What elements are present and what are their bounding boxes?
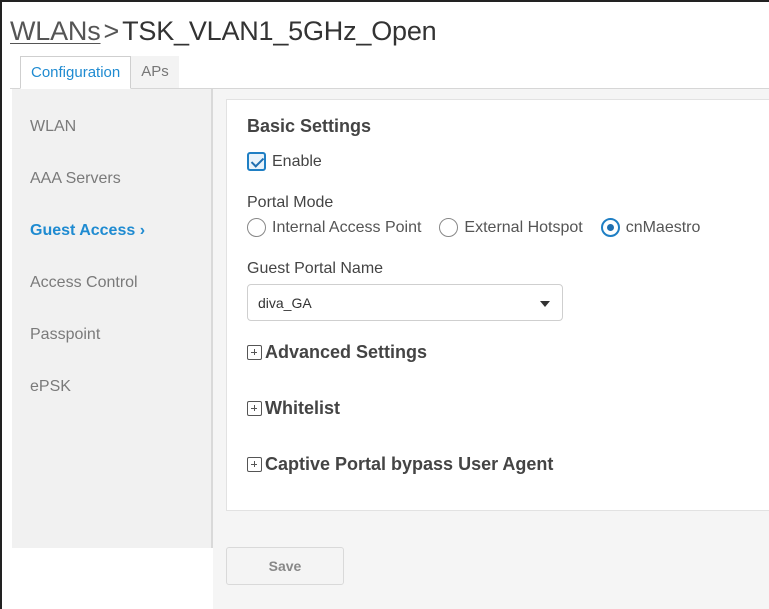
radio-button[interactable] xyxy=(439,218,459,237)
radio-internal-access-point[interactable]: Internal Access Point xyxy=(247,218,421,237)
caret-down-icon xyxy=(540,301,550,307)
breadcrumb-separator: > xyxy=(103,16,120,46)
sidebar-item-epsk[interactable]: ePSK xyxy=(30,378,71,396)
plus-square-icon xyxy=(247,345,262,360)
select-value: diva_GA xyxy=(258,295,312,311)
expander-label: Advanced Settings xyxy=(265,342,428,362)
enable-checkbox[interactable] xyxy=(247,152,266,171)
tab-bar: Configuration APs xyxy=(20,56,179,89)
radio-label: External Hotspot xyxy=(464,218,583,236)
radio-label: cnMaestro xyxy=(625,218,701,236)
advanced-settings-expander[interactable]: Advanced Settings xyxy=(247,342,427,363)
sidebar-item-wlan[interactable]: WLAN xyxy=(30,118,76,136)
tab-aps[interactable]: APs xyxy=(131,56,179,89)
page-header: WLANs > TSK_VLAN1_5GHz_Open xyxy=(10,16,437,47)
portal-mode-label: Portal Mode xyxy=(247,194,334,211)
sidebar-item-passpoint[interactable]: Passpoint xyxy=(30,326,100,344)
captive-portal-bypass-expander[interactable]: Captive Portal bypass User Agent xyxy=(247,454,553,475)
expander-label: Whitelist xyxy=(265,398,340,418)
sidebar-item-aaa-servers[interactable]: AAA Servers xyxy=(30,170,121,188)
app-window: WLANs > TSK_VLAN1_5GHz_Open Configuration … xyxy=(0,0,769,609)
tab-configuration[interactable]: Configuration xyxy=(20,56,132,89)
sidebar: WLAN AAA Servers Guest Access › Access C… xyxy=(12,88,213,548)
enable-row: Enable xyxy=(247,152,322,171)
sidebar-item-access-control[interactable]: Access Control xyxy=(30,274,138,292)
expander-label: Captive Portal bypass User Agent xyxy=(265,454,554,474)
settings-panel: Basic Settings Enable Portal Mode Intern… xyxy=(226,99,769,511)
radio-cnmaestro[interactable]: cnMaestro xyxy=(600,218,701,237)
page-title: TSK_VLAN1_5GHz_Open xyxy=(122,16,437,46)
radio-button[interactable] xyxy=(247,218,266,237)
section-title-basic-settings: Basic Settings xyxy=(247,116,372,136)
enable-label: Enable xyxy=(272,152,322,170)
whitelist-expander[interactable]: Whitelist xyxy=(247,398,340,419)
portal-mode-radio-group: Internal Access Point External Hotspot c… xyxy=(247,218,718,237)
plus-square-icon xyxy=(247,457,262,472)
radio-label: Internal Access Point xyxy=(272,218,422,236)
guest-portal-name-select[interactable]: diva_GA xyxy=(247,284,563,321)
plus-square-icon xyxy=(247,401,262,416)
guest-portal-name-label: Guest Portal Name xyxy=(247,260,384,277)
radio-button-selected[interactable] xyxy=(600,218,620,237)
breadcrumb-wlans-link[interactable]: WLANs xyxy=(10,16,101,46)
save-button[interactable]: Save xyxy=(226,547,344,585)
sidebar-item-guest-access[interactable]: Guest Access › xyxy=(30,222,145,240)
radio-external-hotspot[interactable]: External Hotspot xyxy=(439,218,583,237)
